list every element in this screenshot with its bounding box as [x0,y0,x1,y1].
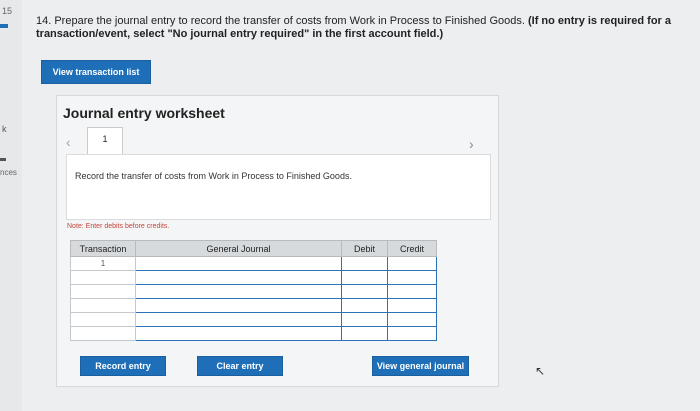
debit-field[interactable] [341,256,388,271]
left-rail: 15 k nces [0,0,22,411]
table-row [70,284,437,299]
instruction-text: Record the transfer of costs from Work i… [75,171,352,181]
table-row: 1 [70,256,437,271]
account-field[interactable] [135,256,342,271]
question-number[interactable]: 15 [2,6,12,16]
note-text: Note: Enter debits before credits. [67,223,170,230]
clear-entry-button[interactable]: Clear entry [197,356,283,376]
transaction-cell: 1 [70,256,136,271]
rail-star-label: k [2,124,7,134]
rail-text-fragment: nces [0,168,17,177]
credit-header: Credit [387,240,437,257]
view-transaction-list-button[interactable]: View transaction list [41,60,151,84]
worksheet-title: Journal entry worksheet [63,105,225,121]
credit-field[interactable] [387,326,437,341]
debit-field[interactable] [341,298,388,313]
general-journal-header: General Journal [135,240,342,257]
account-field[interactable] [135,270,342,285]
credit-field[interactable] [387,270,437,285]
credit-field[interactable] [387,256,437,271]
debit-field[interactable] [341,284,388,299]
transaction-cell [70,326,136,341]
previous-arrow-icon[interactable]: ‹ [66,134,71,150]
table-row [70,312,437,327]
instruction-panel: Record the transfer of costs from Work i… [66,154,491,220]
rail-marker [0,158,6,161]
debit-field[interactable] [341,270,388,285]
question-marker [0,24,8,28]
table-row [70,326,437,341]
debit-field[interactable] [341,312,388,327]
view-general-journal-button[interactable]: View general journal [372,356,469,376]
transaction-cell [70,312,136,327]
account-field[interactable] [135,284,342,299]
next-arrow-icon[interactable]: › [469,136,474,152]
record-entry-button[interactable]: Record entry [80,356,166,376]
pointer-cursor-icon: ↖ [535,364,546,378]
table-row [70,270,437,285]
debit-field[interactable] [341,326,388,341]
tab-1[interactable]: 1 [87,127,123,157]
transaction-cell [70,270,136,285]
table-row [70,298,437,313]
question-text: 14. Prepare the journal entry to record … [36,15,676,41]
transaction-header: Transaction [70,240,136,257]
credit-field[interactable] [387,298,437,313]
credit-field[interactable] [387,284,437,299]
transaction-cell [70,284,136,299]
account-field[interactable] [135,312,342,327]
transaction-cell [70,298,136,313]
journal-table: Transaction General Journal Debit Credit… [70,240,437,341]
credit-field[interactable] [387,312,437,327]
debit-header: Debit [341,240,388,257]
account-field[interactable] [135,326,342,341]
account-field[interactable] [135,298,342,313]
question-main: 14. Prepare the journal entry to record … [36,15,525,27]
